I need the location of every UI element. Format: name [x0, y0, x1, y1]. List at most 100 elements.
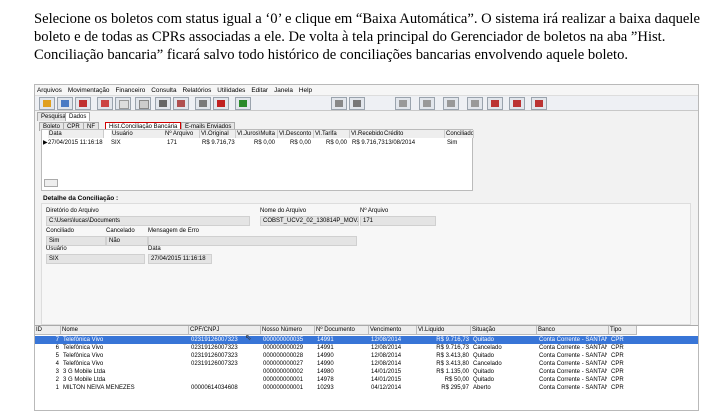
cell-id: 7 — [55, 337, 59, 343]
menu-help[interactable]: Help — [299, 87, 312, 94]
list-icon — [353, 100, 361, 107]
hist-col-juros[interactable]: Vl.Juros\Multa — [236, 130, 278, 138]
hist-col-desconto[interactable]: Vl.Desconto — [278, 130, 314, 138]
people-button[interactable] — [155, 97, 171, 110]
os-button[interactable] — [467, 97, 483, 110]
calc-button[interactable] — [509, 97, 525, 110]
cell-situacao: Quitado — [473, 353, 495, 359]
menu-financeiro[interactable]: Financeiro — [115, 87, 145, 94]
cell-nosso-numero: 000000000001 — [263, 385, 304, 391]
menu-janela[interactable]: Janela — [274, 87, 293, 94]
hist-col-conciliado[interactable]: Conciliado — [445, 130, 474, 138]
pdf-button[interactable] — [75, 97, 91, 110]
hist-cell-recebido[interactable]: R$ 9.716,73 — [352, 139, 385, 147]
cell-nosso-numero: 000000000035 — [263, 337, 304, 343]
cell-nome: Telefônica Vivo — [63, 345, 104, 351]
table-row[interactable]: 3 3 G Mobile Ltda 000000000002 14980 14/01/2… — [35, 368, 698, 376]
open-button[interactable] — [57, 97, 73, 110]
exit-button[interactable] — [39, 97, 55, 110]
menu-arquivos[interactable]: Arquivos — [37, 87, 62, 94]
err-field[interactable] — [148, 236, 357, 246]
col-documento[interactable]: Nº Documento — [315, 326, 369, 335]
col-vencimento[interactable]: Vencimento — [369, 326, 417, 335]
cell-vl-liquido: R$ 3.413,80 — [436, 361, 469, 367]
hist-cell-original[interactable]: R$ 9.716,73 — [202, 139, 235, 147]
hist-cell-data[interactable]: 27/04/2015 11:16:18 — [48, 139, 103, 147]
cell-banco: Conta Corrente - SANTAND — [539, 385, 607, 391]
p-button[interactable] — [443, 97, 459, 110]
menu-utilidades[interactable]: Utilidades — [217, 87, 245, 94]
table-row[interactable]: 5 Telefônica Vivo 02319126007323 0000000000… — [35, 352, 698, 360]
row-pointer-icon: ▶ — [43, 140, 48, 146]
tools-button[interactable] — [487, 97, 503, 110]
col-vl-liquido[interactable]: Vl.Liquido — [417, 326, 471, 335]
tab-dados[interactable]: Dados — [65, 112, 91, 121]
menu-consulta[interactable]: Consulta — [151, 87, 176, 94]
menu-editar[interactable]: Editar — [251, 87, 268, 94]
table-row[interactable]: 7 Telefônica Vivo 02319126007323 0000000000… — [35, 336, 698, 344]
col-banco[interactable]: Banco — [537, 326, 609, 335]
image-icon — [199, 100, 207, 107]
cell-documento: 14978 — [317, 377, 334, 383]
list-button[interactable] — [349, 97, 365, 110]
hist-cell-tarifa[interactable]: R$ 0,00 — [326, 139, 347, 147]
col-id[interactable]: ID — [35, 326, 61, 335]
hist-cell-credito[interactable]: 13/08/2014 — [385, 139, 415, 147]
hist-col-data[interactable]: Data — [48, 130, 104, 138]
user-label: Usuário — [46, 246, 67, 252]
hist-col-recebido[interactable]: Vl.Recebido — [350, 130, 384, 138]
canc-field[interactable]: Não — [106, 236, 148, 246]
dir-field[interactable]: C:\Users\lucas\Documents — [46, 216, 250, 226]
window-button[interactable] — [331, 97, 347, 110]
table-row[interactable]: 1 MILTON NEIVA MENEZES 00000614034608 00000… — [35, 384, 698, 392]
horizontal-scrollbar[interactable] — [44, 179, 58, 187]
cell-tipo: CPR — [611, 353, 624, 359]
cell-vencimento: 12/08/2014 — [371, 337, 402, 343]
table-row[interactable]: 4 Telefônica Vivo 02319126007323 0000000000… — [35, 360, 698, 368]
hist-cell-usuario[interactable]: SIX — [111, 139, 121, 147]
cell-id: 1 — [55, 385, 59, 391]
hist-col-credito[interactable]: Crédito — [383, 130, 445, 138]
calc-icon — [513, 100, 521, 107]
col-nome[interactable]: Nome — [61, 326, 189, 335]
file-label: Nome do Arquivo — [260, 208, 307, 214]
cell-nome: 3 G Mobile Ltda — [63, 369, 106, 375]
ft-button[interactable] — [395, 97, 411, 110]
cell-tipo: CPR — [611, 337, 624, 343]
num-field[interactable]: 171 — [360, 216, 436, 226]
doc-button[interactable] — [115, 97, 131, 110]
conc-field[interactable]: Sim — [46, 236, 106, 246]
table-row[interactable]: 2 3 G Mobile Ltda 000000000001 14978 14/01/2… — [35, 376, 698, 384]
hist-col-original[interactable]: Vl.Original — [200, 130, 236, 138]
cell-nome: Telefônica Vivo — [63, 337, 104, 343]
grid-button[interactable] — [173, 97, 189, 110]
hist-cell-arquivo[interactable]: 171 — [167, 139, 177, 147]
col-nosso-numero[interactable]: Nosso Número — [261, 326, 315, 335]
tree-button[interactable] — [235, 97, 251, 110]
hist-cell-juros[interactable]: R$ 0,00 — [254, 139, 275, 147]
file-field[interactable]: COBST_UCV2_02_130814P_MOV.TX — [260, 216, 359, 226]
hist-col-tarifa[interactable]: Vl.Tarifa — [314, 130, 350, 138]
hist-cell-conciliado[interactable]: Sim — [447, 139, 457, 147]
user-field[interactable]: SIX — [46, 254, 145, 264]
cell-vl-liquido: R$ 9.716,73 — [436, 345, 469, 351]
d-button[interactable] — [419, 97, 435, 110]
print-icon — [101, 100, 109, 107]
hist-col-arquivo[interactable]: Nº Arquivo — [164, 130, 200, 138]
cell-id: 6 — [55, 345, 59, 351]
hist-cell-desconto[interactable]: R$ 0,00 — [290, 139, 311, 147]
col-tipo[interactable]: Tipo — [609, 326, 637, 335]
print-button[interactable] — [97, 97, 113, 110]
menu-relatorios[interactable]: Relatórios — [183, 87, 212, 94]
image-button[interactable] — [195, 97, 211, 110]
calendar-button[interactable] — [135, 97, 151, 110]
book-button[interactable] — [531, 97, 547, 110]
date-field[interactable]: 27/04/2015 11:16:18 — [148, 254, 212, 264]
menu-movimentacao[interactable]: Movimentação — [68, 87, 110, 94]
table-row[interactable]: 6 Telefônica Vivo 02319126007323 0000000000… — [35, 344, 698, 352]
col-situacao[interactable]: Situação — [471, 326, 537, 335]
os-icon — [471, 100, 479, 107]
hist-col-usuario[interactable]: Usuário — [111, 130, 165, 138]
cell-tipo: CPR — [611, 345, 624, 351]
mail-button[interactable] — [213, 97, 229, 110]
